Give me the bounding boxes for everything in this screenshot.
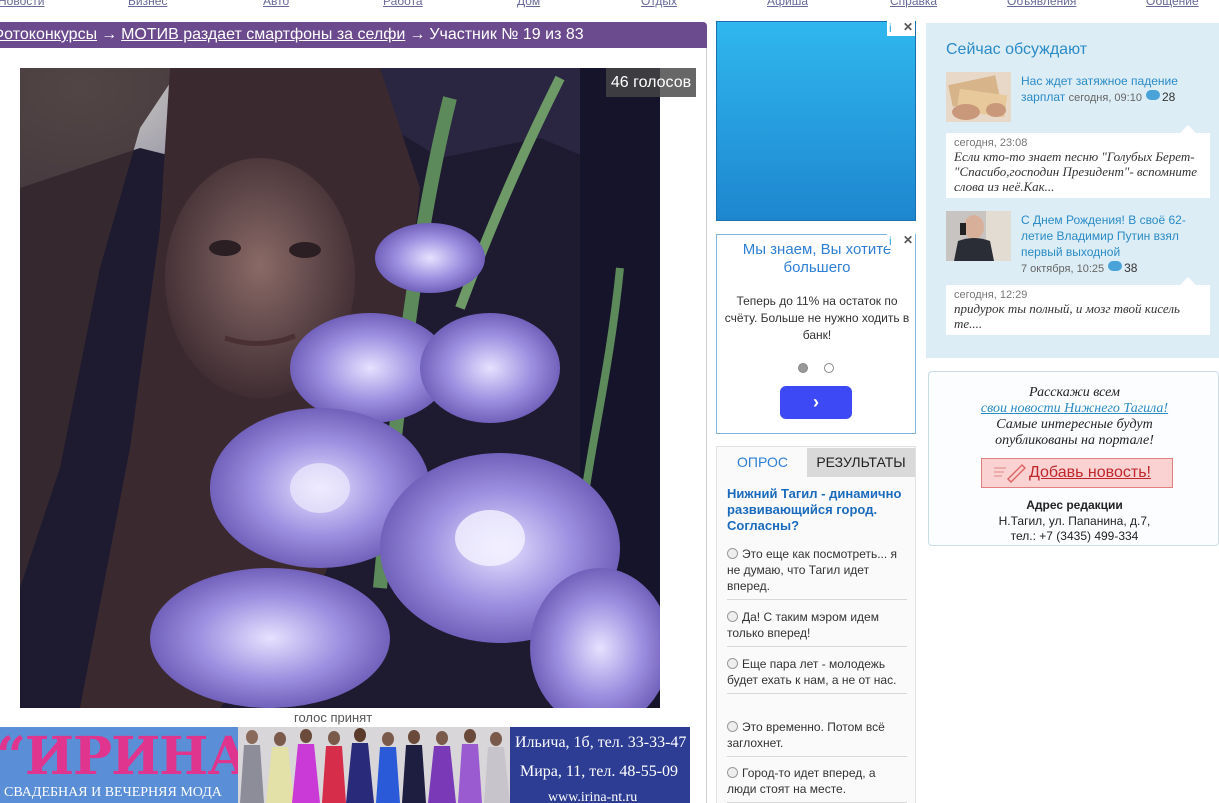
ad-text-banner[interactable]: Мы знаем, Вы хотите большего Теперь до 1… <box>716 234 916 434</box>
ad-headline: Мы знаем, Вы хотите большего <box>742 241 892 276</box>
poll-option-label: Это еще как посмотреть... я не думаю, чт… <box>727 547 898 593</box>
radio-button[interactable] <box>727 721 738 732</box>
promo-line: Самые интересные будут <box>996 417 1153 432</box>
ad-controls: i ✕ <box>887 20 915 36</box>
radio-button[interactable] <box>727 548 738 559</box>
banner-address-1: Ильича, 1б, тел. 33-33-47 <box>515 734 687 751</box>
latest-comment[interactable]: сегодня, 23:08 Если кто-то знает песню "… <box>946 125 1210 198</box>
breadcrumb-current: Участник № 19 из 83 <box>429 26 584 43</box>
nav-news[interactable]: Новости <box>0 0 44 8</box>
selfie-with-gladiolus-image <box>20 68 660 708</box>
ad-carousel-dot[interactable] <box>824 363 834 373</box>
promo-line: Расскажи всем <box>1029 385 1120 400</box>
ad-next-button[interactable]: › <box>780 386 852 419</box>
nav-events[interactable]: Афиша <box>767 0 808 8</box>
comments-count: 38 <box>1124 261 1138 275</box>
ad-info-icon[interactable]: i <box>889 21 892 36</box>
poll-option-label: Еще пара лет - молодежь будет ехать к на… <box>727 657 897 687</box>
news-time: 7 октября, 10:25 <box>1021 263 1105 275</box>
banner-contacts: Ильича, 1б, тел. 33-33-47 Мира, 11, тел.… <box>510 727 690 803</box>
now-discussing-panel: Сейчас обсуждают Нас ждет затяжное паден… <box>926 23 1219 358</box>
banner-logo: “ИРИНА” СВАДЕБНАЯ И ВЕЧЕРНЯЯ МОДА <box>0 727 279 803</box>
dresses-illustration <box>238 727 510 803</box>
news-item[interactable]: Нас ждет затяжное падение зарплат сегодн… <box>1021 73 1211 106</box>
ad-carousel-dot-active[interactable] <box>798 363 808 373</box>
breadcrumb-photocontests[interactable]: Фотоконкурсы <box>0 26 97 43</box>
comment-time: сегодня, 23:08 <box>954 137 1028 149</box>
poll-widget: ОПРОС РЕЗУЛЬТАТЫ Нижний Тагил - динамичн… <box>716 446 916 803</box>
breadcrumb-contest[interactable]: МОТИВ раздает смартфоны за селфи <box>121 26 405 43</box>
ad-body: Теперь до 11% на остаток по счёту. Больш… <box>724 294 910 342</box>
panel-title: Сейчас обсуждают <box>946 41 1088 58</box>
comment-time: сегодня, 12:29 <box>954 289 1028 301</box>
comment-text: Если кто-то знает песню "Голубых Берет- … <box>954 149 1198 194</box>
news-time: сегодня, 09:10 <box>1068 92 1142 104</box>
latest-comment[interactable]: сегодня, 12:29 придурок ты полный, и моз… <box>946 277 1210 335</box>
banner-models-image <box>238 727 510 803</box>
submit-news-link[interactable]: свои новости Нижнего Тагила! <box>981 401 1168 416</box>
ad-blue-banner[interactable] <box>716 21 916 221</box>
address-line: Н.Тагил, ул. Папанина, д.7, <box>998 514 1151 528</box>
votes-count-badge: 46 голосов <box>606 68 696 97</box>
nav-auto[interactable]: Авто <box>263 0 289 8</box>
bottom-ad-banner[interactable]: “ИРИНА” СВАДЕБНАЯ И ВЕЧЕРНЯЯ МОДА Ильича… <box>0 727 690 803</box>
ad-info-icon[interactable]: i <box>889 234 892 249</box>
poll-option[interactable]: Город-то идет вперед, а люди стоят на ме… <box>727 765 907 803</box>
comments-bubble-icon <box>1145 90 1160 100</box>
radio-button[interactable] <box>727 611 738 622</box>
promo-line: опубликованы на портале! <box>995 433 1154 448</box>
poll-option[interactable]: Еще пара лет - молодежь будет ехать к на… <box>727 656 907 694</box>
tab-results[interactable]: РЕЗУЛЬТАТЫ <box>807 448 915 477</box>
banner-address-2: Мира, 11, тел. 48-55-09 <box>520 763 679 780</box>
address-title: Адрес редакции <box>1026 498 1123 512</box>
news-thumbnail[interactable] <box>946 72 1011 122</box>
banner-website: www.irina-nt.ru <box>548 790 638 803</box>
submit-news-panel: Расскажи всем свои новости Нижнего Тагил… <box>928 371 1219 546</box>
comments-bubble-icon <box>1108 261 1123 271</box>
nav-leisure[interactable]: Отдых <box>641 0 677 8</box>
breadcrumb-separator: → <box>101 26 118 43</box>
news-thumbnail[interactable] <box>946 211 1011 261</box>
news-headline[interactable]: С Днем Рождения! В своё 62-летие Владими… <box>1021 213 1186 259</box>
poll-option-label: Город-то идет вперед, а люди стоят на ме… <box>727 766 876 796</box>
poll-option[interactable]: Это временно. Потом всё заглохнет. <box>727 719 907 757</box>
poll-option[interactable]: Да! С таким мэром идем только вперед! <box>727 609 907 647</box>
nav-business[interactable]: Бизнес <box>128 0 167 8</box>
add-news-button[interactable]: Добавь новость! <box>981 458 1173 488</box>
ad-controls: i ✕ <box>887 233 915 249</box>
ad-close-icon[interactable]: ✕ <box>903 233 913 248</box>
ad-close-icon[interactable]: ✕ <box>903 20 913 35</box>
add-news-label: Добавь новость! <box>1029 464 1151 481</box>
radio-button[interactable] <box>727 767 738 778</box>
top-navigation: Новости Бизнес Авто Работа Дом Отдых Афи… <box>0 0 1219 8</box>
breadcrumb: Фотоконкурсы → МОТИВ раздает смартфоны за … <box>0 22 707 48</box>
money-image <box>946 72 1011 122</box>
nav-community[interactable]: Общение <box>1146 0 1199 8</box>
nav-reference[interactable]: Справка <box>890 0 937 8</box>
poll-option-label: Да! С таким мэром идем только вперед! <box>727 610 879 640</box>
person-phone-image <box>946 211 1011 261</box>
tab-poll[interactable]: ОПРОС <box>718 448 807 477</box>
poll-option-label: Это временно. Потом всё заглохнет. <box>727 720 885 750</box>
nav-jobs[interactable]: Работа <box>383 0 423 8</box>
comments-count: 28 <box>1161 90 1176 104</box>
promo-link-wrap: свои новости Нижнего Тагила! <box>929 401 1219 417</box>
comment-tail <box>1180 277 1196 285</box>
banner-brand: “ИРИНА” <box>0 727 279 787</box>
pen-icon <box>994 463 1026 483</box>
banner-subtitle: СВАДЕБНАЯ И ВЕЧЕРНЯЯ МОДА <box>4 785 222 800</box>
comment-tail <box>1180 125 1196 133</box>
breadcrumb-separator: → <box>409 26 426 43</box>
poll-option[interactable]: Это еще как посмотреть... я не думаю, чт… <box>727 546 907 600</box>
nav-home[interactable]: Дом <box>517 0 540 8</box>
radio-button[interactable] <box>727 658 738 669</box>
comment-text: придурок ты полный, и мозг твой кисель т… <box>954 301 1180 331</box>
vote-status: голос принят <box>294 710 373 725</box>
page: Новости Бизнес Авто Работа Дом Отдых Афи… <box>0 0 1219 803</box>
poll-question: Нижний Тагил - динамично развивающийся г… <box>727 486 902 533</box>
contest-photo[interactable] <box>20 68 660 708</box>
nav-classifieds[interactable]: Объявления <box>1007 0 1076 8</box>
address-phone: тел.: +7 (3435) 499-334 <box>1010 529 1139 543</box>
news-item[interactable]: С Днем Рождения! В своё 62-летие Владими… <box>1021 212 1211 277</box>
